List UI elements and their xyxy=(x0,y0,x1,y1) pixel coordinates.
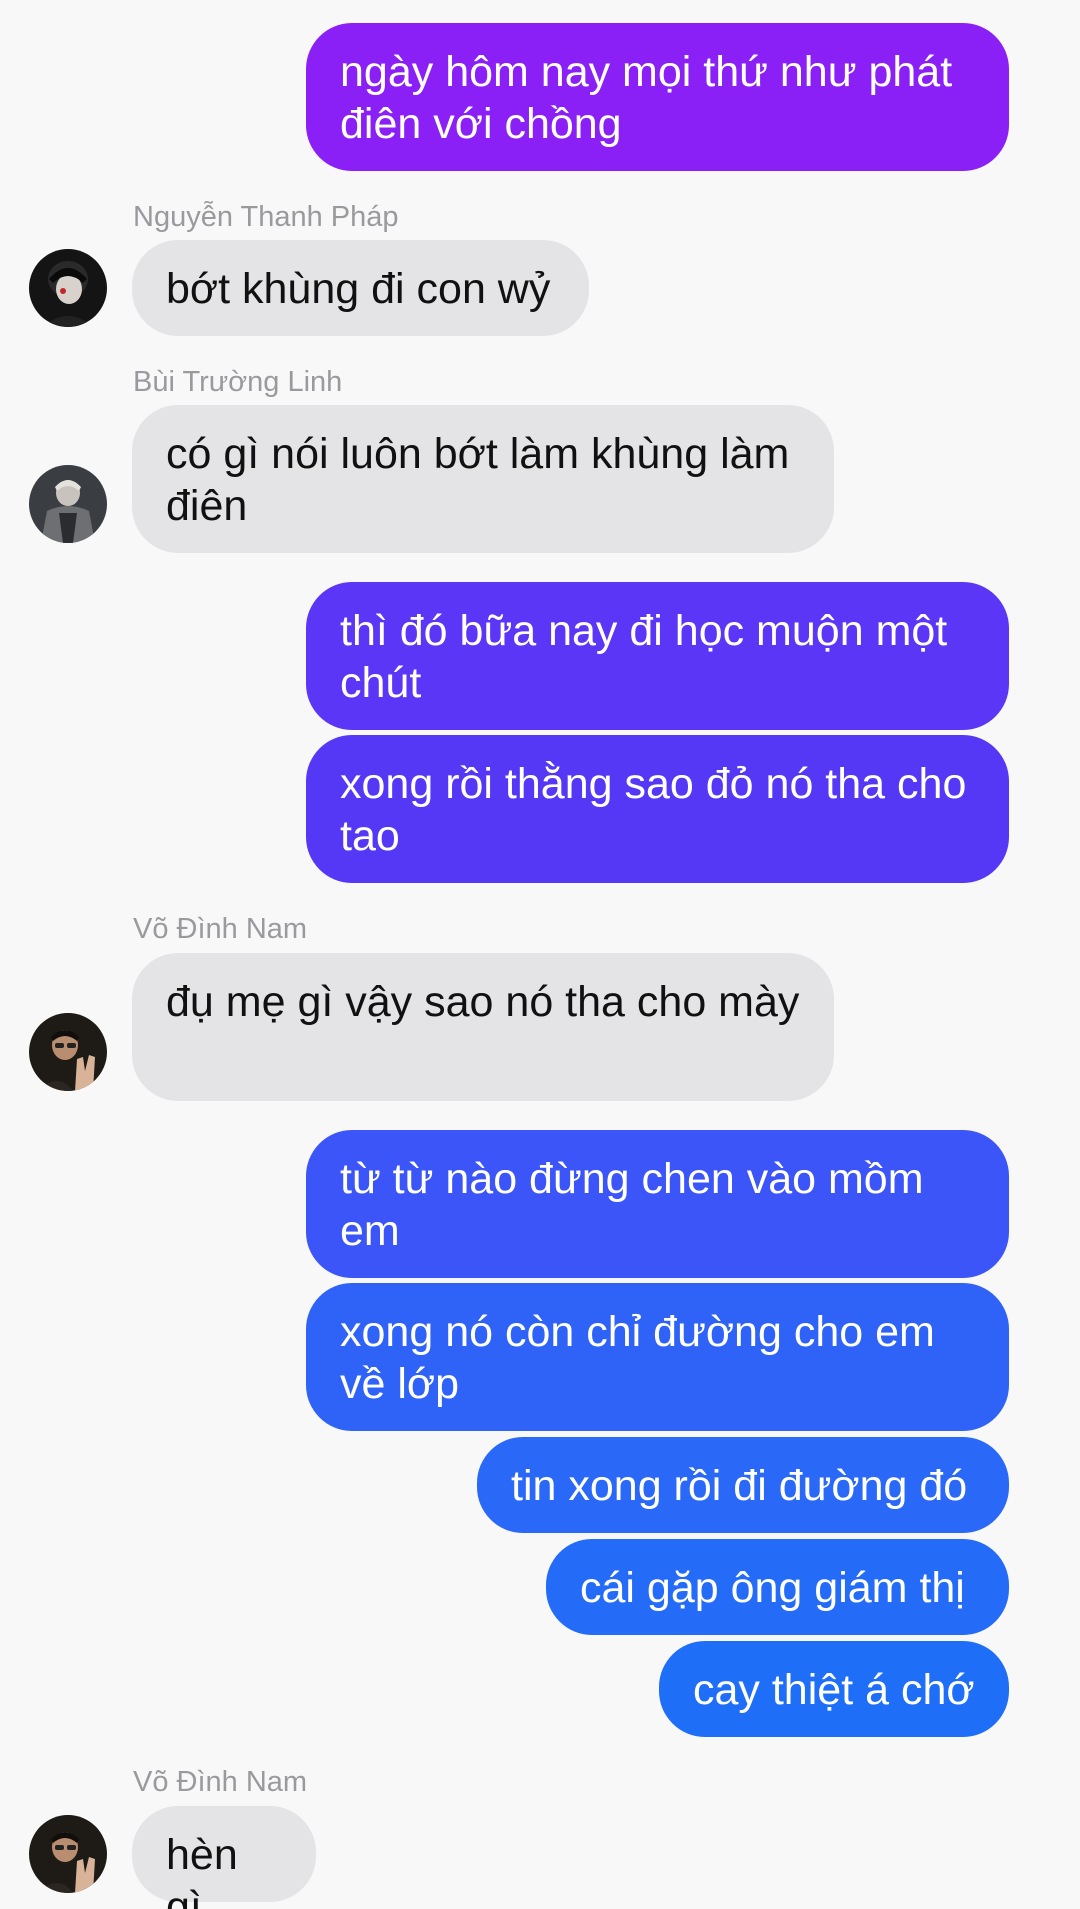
chat-thread[interactable]: ngày hôm nay mọi thứ như phát điên với c… xyxy=(0,0,1080,1909)
outgoing-message[interactable]: thì đó bữa nay đi học muộn một chút xyxy=(306,582,1009,730)
avatar-truong-linh[interactable] xyxy=(29,465,107,543)
outgoing-message[interactable]: ngày hôm nay mọi thứ như phát điên với c… xyxy=(306,23,1009,171)
avatar-dinh-nam[interactable] xyxy=(29,1815,107,1893)
outgoing-message[interactable]: xong nó còn chỉ đường cho em về lớp xyxy=(306,1283,1009,1431)
outgoing-message[interactable]: cái gặp ông giám thị xyxy=(546,1539,1009,1635)
avatar-dinh-nam[interactable] xyxy=(29,1013,107,1091)
outgoing-message[interactable]: cay thiệt á chớ xyxy=(659,1641,1009,1737)
incoming-message[interactable]: có gì nói luôn bớt làm khùng làm điên xyxy=(132,405,834,553)
sender-name: Võ Đình Nam xyxy=(133,1766,308,1798)
outgoing-message[interactable]: từ từ nào đừng chen vào mồm em xyxy=(306,1130,1009,1278)
incoming-message[interactable]: bớt khùng đi con wỷ xyxy=(132,240,589,336)
sender-name: Bùi Trường Linh xyxy=(133,366,343,398)
incoming-message[interactable]: đụ mẹ gì vậy sao nó tha cho mày xyxy=(132,953,834,1101)
outgoing-message[interactable]: xong rồi thằng sao đỏ nó tha cho tao xyxy=(306,735,1009,883)
sender-name: Nguyễn Thanh Pháp xyxy=(133,201,399,233)
sender-name: Võ Đình Nam xyxy=(133,913,308,945)
outgoing-message[interactable]: tin xong rồi đi đường đó xyxy=(477,1437,1009,1533)
avatar-thanh-phap[interactable] xyxy=(29,249,107,327)
incoming-message[interactable]: hèn gì xyxy=(132,1806,316,1909)
